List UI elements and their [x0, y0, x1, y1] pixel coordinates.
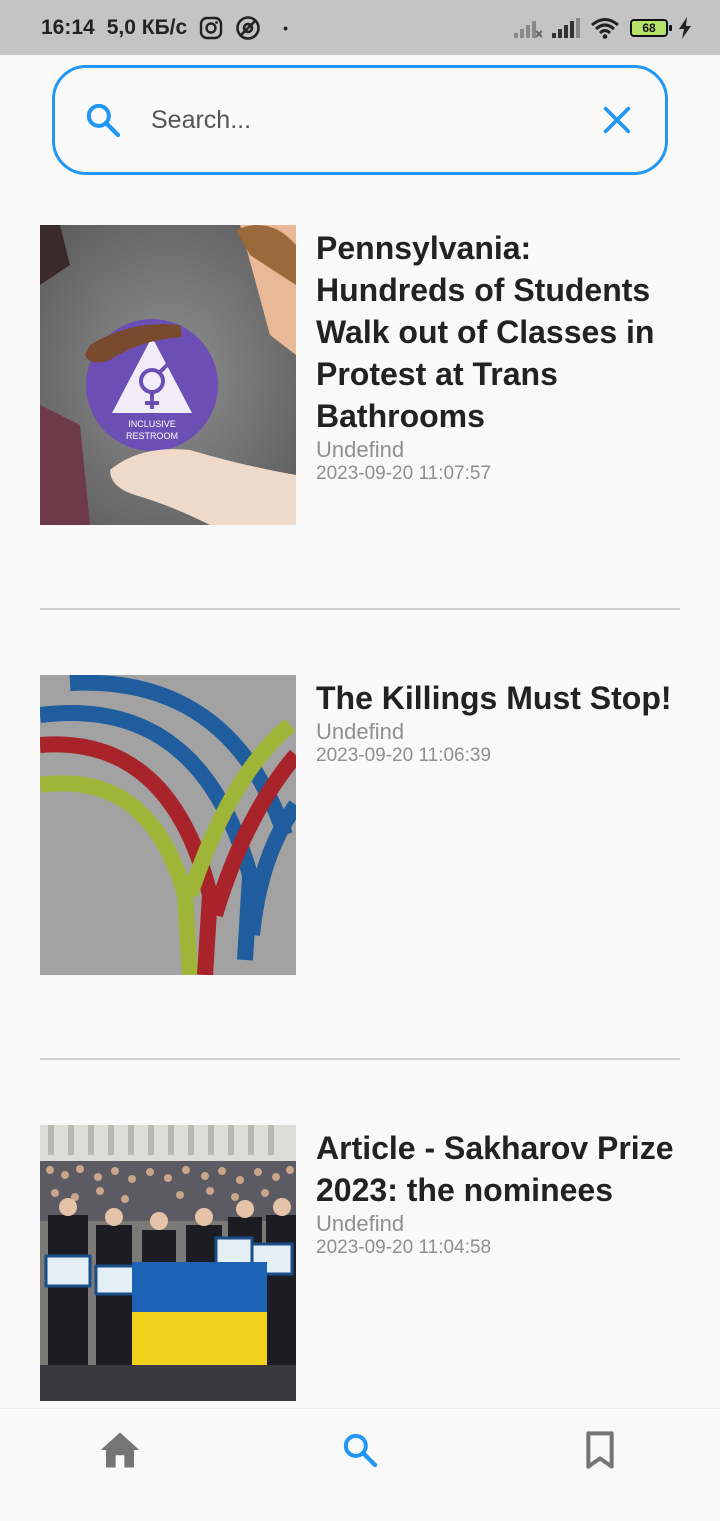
battery-level: 68 [642, 20, 656, 35]
instagram-icon [199, 16, 223, 40]
article-info: Pennsylvania: Hundreds of Students Walk … [316, 225, 680, 525]
search-bar [52, 65, 668, 175]
article-title[interactable]: The Killings Must Stop! [316, 677, 680, 719]
divider [40, 608, 680, 610]
article-date: 2023-09-20 11:07:57 [316, 463, 492, 484]
article-thumbnail [40, 1125, 296, 1401]
article-info: Article - Sakharov Prize 2023: the nomin… [316, 1125, 680, 1401]
nav-home[interactable] [0, 1409, 240, 1495]
home-icon [99, 1430, 141, 1475]
article-item[interactable]: Article - Sakharov Prize 2023: the nomin… [40, 1125, 680, 1401]
article-source: Undefind [316, 719, 405, 744]
status-bar-right: 68 [514, 16, 692, 39]
notification-dot: • [283, 19, 289, 36]
status-bar-left: 16:14 5,0 КБ/с • [41, 15, 288, 41]
search-icon [83, 100, 123, 140]
article-title[interactable]: Article - Sakharov Prize 2023: the nomin… [316, 1127, 680, 1211]
nav-bookmarks[interactable] [480, 1409, 720, 1495]
svg-text:RESTROOM: RESTROOM [126, 431, 178, 441]
article-info: The Killings Must Stop! Undefind 2023-09… [316, 675, 680, 975]
bottom-navigation [0, 1408, 720, 1521]
search-input[interactable] [149, 104, 597, 136]
at-icon [235, 15, 261, 41]
article-source: Undefind [316, 1211, 405, 1236]
nav-search[interactable] [240, 1409, 480, 1495]
signal-icon [514, 18, 542, 38]
status-time: 16:14 [41, 15, 95, 39]
article-date: 2023-09-20 11:06:39 [316, 745, 492, 766]
wifi-icon [590, 17, 620, 39]
network-speed: 5,0 КБ/с [106, 15, 188, 39]
battery-icon: 68 [630, 18, 672, 37]
svg-text:INCLUSIVE: INCLUSIVE [128, 419, 176, 429]
divider [40, 1058, 680, 1060]
bookmark-icon [583, 1430, 617, 1475]
status-bar: 16:14 5,0 КБ/с • 68 [0, 0, 720, 55]
signal-icon [552, 17, 580, 38]
search-icon [340, 1430, 380, 1475]
article-item[interactable]: INCLUSIVE RESTROOM Pennsylvania: Hundred… [40, 225, 680, 525]
article-thumbnail: INCLUSIVE RESTROOM [40, 225, 296, 525]
charging-icon [678, 16, 692, 39]
article-title[interactable]: Pennsylvania: Hundreds of Students Walk … [316, 227, 680, 437]
article-thumbnail [40, 675, 296, 975]
article-item[interactable]: The Killings Must Stop! Undefind 2023-09… [40, 675, 680, 975]
article-source: Undefind [316, 437, 405, 462]
close-icon[interactable] [597, 100, 637, 140]
article-date: 2023-09-20 11:04:58 [316, 1237, 492, 1258]
